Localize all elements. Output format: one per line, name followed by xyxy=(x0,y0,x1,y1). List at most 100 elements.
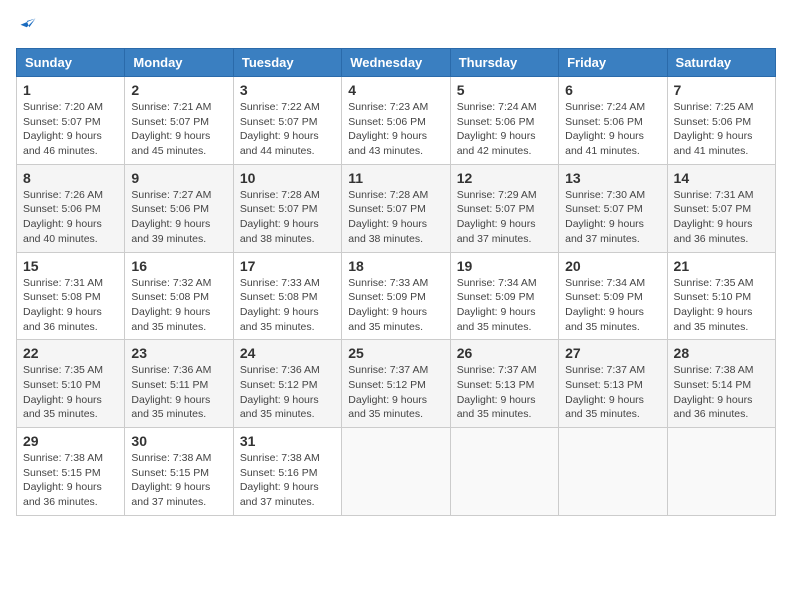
calendar-header-sunday: Sunday xyxy=(17,49,125,77)
calendar-cell: 5 Sunrise: 7:24 AMSunset: 5:06 PMDayligh… xyxy=(450,77,558,165)
calendar-week-5: 29 Sunrise: 7:38 AMSunset: 5:15 PMDaylig… xyxy=(17,428,776,516)
calendar-cell: 13 Sunrise: 7:30 AMSunset: 5:07 PMDaylig… xyxy=(559,164,667,252)
calendar-cell: 1 Sunrise: 7:20 AMSunset: 5:07 PMDayligh… xyxy=(17,77,125,165)
calendar-cell: 28 Sunrise: 7:38 AMSunset: 5:14 PMDaylig… xyxy=(667,340,775,428)
day-info: Sunrise: 7:33 AMSunset: 5:09 PMDaylight:… xyxy=(348,276,443,335)
day-number: 26 xyxy=(457,345,552,361)
day-info: Sunrise: 7:28 AMSunset: 5:07 PMDaylight:… xyxy=(240,188,335,247)
day-info: Sunrise: 7:20 AMSunset: 5:07 PMDaylight:… xyxy=(23,100,118,159)
day-info: Sunrise: 7:38 AMSunset: 5:15 PMDaylight:… xyxy=(23,451,118,510)
calendar-cell: 30 Sunrise: 7:38 AMSunset: 5:15 PMDaylig… xyxy=(125,428,233,516)
calendar-cell: 7 Sunrise: 7:25 AMSunset: 5:06 PMDayligh… xyxy=(667,77,775,165)
calendar-cell: 11 Sunrise: 7:28 AMSunset: 5:07 PMDaylig… xyxy=(342,164,450,252)
calendar-week-4: 22 Sunrise: 7:35 AMSunset: 5:10 PMDaylig… xyxy=(17,340,776,428)
calendar-header-friday: Friday xyxy=(559,49,667,77)
day-number: 22 xyxy=(23,345,118,361)
day-info: Sunrise: 7:30 AMSunset: 5:07 PMDaylight:… xyxy=(565,188,660,247)
calendar-cell: 15 Sunrise: 7:31 AMSunset: 5:08 PMDaylig… xyxy=(17,252,125,340)
day-info: Sunrise: 7:35 AMSunset: 5:10 PMDaylight:… xyxy=(674,276,769,335)
calendar-cell xyxy=(667,428,775,516)
page-header xyxy=(16,16,776,36)
day-info: Sunrise: 7:21 AMSunset: 5:07 PMDaylight:… xyxy=(131,100,226,159)
day-number: 11 xyxy=(348,170,443,186)
day-number: 17 xyxy=(240,258,335,274)
calendar-cell: 20 Sunrise: 7:34 AMSunset: 5:09 PMDaylig… xyxy=(559,252,667,340)
calendar-cell: 14 Sunrise: 7:31 AMSunset: 5:07 PMDaylig… xyxy=(667,164,775,252)
day-info: Sunrise: 7:33 AMSunset: 5:08 PMDaylight:… xyxy=(240,276,335,335)
calendar-cell: 21 Sunrise: 7:35 AMSunset: 5:10 PMDaylig… xyxy=(667,252,775,340)
calendar-cell: 26 Sunrise: 7:37 AMSunset: 5:13 PMDaylig… xyxy=(450,340,558,428)
day-info: Sunrise: 7:38 AMSunset: 5:16 PMDaylight:… xyxy=(240,451,335,510)
calendar-cell: 9 Sunrise: 7:27 AMSunset: 5:06 PMDayligh… xyxy=(125,164,233,252)
day-info: Sunrise: 7:23 AMSunset: 5:06 PMDaylight:… xyxy=(348,100,443,159)
day-number: 20 xyxy=(565,258,660,274)
day-number: 29 xyxy=(23,433,118,449)
calendar-cell: 10 Sunrise: 7:28 AMSunset: 5:07 PMDaylig… xyxy=(233,164,341,252)
day-number: 5 xyxy=(457,82,552,98)
day-number: 6 xyxy=(565,82,660,98)
day-number: 21 xyxy=(674,258,769,274)
day-number: 23 xyxy=(131,345,226,361)
day-info: Sunrise: 7:24 AMSunset: 5:06 PMDaylight:… xyxy=(565,100,660,159)
calendar-cell: 24 Sunrise: 7:36 AMSunset: 5:12 PMDaylig… xyxy=(233,340,341,428)
calendar-header-tuesday: Tuesday xyxy=(233,49,341,77)
day-info: Sunrise: 7:32 AMSunset: 5:08 PMDaylight:… xyxy=(131,276,226,335)
day-number: 19 xyxy=(457,258,552,274)
logo-bird-icon xyxy=(18,16,38,36)
day-number: 31 xyxy=(240,433,335,449)
day-number: 8 xyxy=(23,170,118,186)
day-number: 1 xyxy=(23,82,118,98)
calendar-header-monday: Monday xyxy=(125,49,233,77)
day-info: Sunrise: 7:28 AMSunset: 5:07 PMDaylight:… xyxy=(348,188,443,247)
calendar-cell: 8 Sunrise: 7:26 AMSunset: 5:06 PMDayligh… xyxy=(17,164,125,252)
day-info: Sunrise: 7:37 AMSunset: 5:13 PMDaylight:… xyxy=(457,363,552,422)
day-number: 24 xyxy=(240,345,335,361)
day-info: Sunrise: 7:36 AMSunset: 5:11 PMDaylight:… xyxy=(131,363,226,422)
day-number: 14 xyxy=(674,170,769,186)
calendar-cell: 27 Sunrise: 7:37 AMSunset: 5:13 PMDaylig… xyxy=(559,340,667,428)
calendar-cell: 6 Sunrise: 7:24 AMSunset: 5:06 PMDayligh… xyxy=(559,77,667,165)
day-number: 18 xyxy=(348,258,443,274)
calendar-table: SundayMondayTuesdayWednesdayThursdayFrid… xyxy=(16,48,776,516)
calendar-cell: 23 Sunrise: 7:36 AMSunset: 5:11 PMDaylig… xyxy=(125,340,233,428)
calendar-week-3: 15 Sunrise: 7:31 AMSunset: 5:08 PMDaylig… xyxy=(17,252,776,340)
day-number: 25 xyxy=(348,345,443,361)
calendar-cell xyxy=(342,428,450,516)
calendar-cell: 29 Sunrise: 7:38 AMSunset: 5:15 PMDaylig… xyxy=(17,428,125,516)
day-number: 27 xyxy=(565,345,660,361)
day-info: Sunrise: 7:26 AMSunset: 5:06 PMDaylight:… xyxy=(23,188,118,247)
day-info: Sunrise: 7:37 AMSunset: 5:12 PMDaylight:… xyxy=(348,363,443,422)
calendar-cell: 4 Sunrise: 7:23 AMSunset: 5:06 PMDayligh… xyxy=(342,77,450,165)
calendar-cell: 18 Sunrise: 7:33 AMSunset: 5:09 PMDaylig… xyxy=(342,252,450,340)
calendar-header-thursday: Thursday xyxy=(450,49,558,77)
day-info: Sunrise: 7:36 AMSunset: 5:12 PMDaylight:… xyxy=(240,363,335,422)
day-info: Sunrise: 7:37 AMSunset: 5:13 PMDaylight:… xyxy=(565,363,660,422)
calendar-cell: 12 Sunrise: 7:29 AMSunset: 5:07 PMDaylig… xyxy=(450,164,558,252)
day-info: Sunrise: 7:29 AMSunset: 5:07 PMDaylight:… xyxy=(457,188,552,247)
calendar-cell: 3 Sunrise: 7:22 AMSunset: 5:07 PMDayligh… xyxy=(233,77,341,165)
calendar-cell: 22 Sunrise: 7:35 AMSunset: 5:10 PMDaylig… xyxy=(17,340,125,428)
day-info: Sunrise: 7:34 AMSunset: 5:09 PMDaylight:… xyxy=(457,276,552,335)
calendar-cell: 16 Sunrise: 7:32 AMSunset: 5:08 PMDaylig… xyxy=(125,252,233,340)
calendar-cell: 2 Sunrise: 7:21 AMSunset: 5:07 PMDayligh… xyxy=(125,77,233,165)
calendar-cell: 25 Sunrise: 7:37 AMSunset: 5:12 PMDaylig… xyxy=(342,340,450,428)
day-info: Sunrise: 7:24 AMSunset: 5:06 PMDaylight:… xyxy=(457,100,552,159)
day-number: 4 xyxy=(348,82,443,98)
calendar-header-saturday: Saturday xyxy=(667,49,775,77)
day-number: 10 xyxy=(240,170,335,186)
calendar-cell: 31 Sunrise: 7:38 AMSunset: 5:16 PMDaylig… xyxy=(233,428,341,516)
day-number: 3 xyxy=(240,82,335,98)
calendar-cell: 17 Sunrise: 7:33 AMSunset: 5:08 PMDaylig… xyxy=(233,252,341,340)
day-number: 16 xyxy=(131,258,226,274)
day-number: 2 xyxy=(131,82,226,98)
day-info: Sunrise: 7:31 AMSunset: 5:07 PMDaylight:… xyxy=(674,188,769,247)
calendar-cell xyxy=(559,428,667,516)
day-info: Sunrise: 7:34 AMSunset: 5:09 PMDaylight:… xyxy=(565,276,660,335)
day-info: Sunrise: 7:31 AMSunset: 5:08 PMDaylight:… xyxy=(23,276,118,335)
day-number: 7 xyxy=(674,82,769,98)
day-number: 9 xyxy=(131,170,226,186)
day-info: Sunrise: 7:22 AMSunset: 5:07 PMDaylight:… xyxy=(240,100,335,159)
day-info: Sunrise: 7:25 AMSunset: 5:06 PMDaylight:… xyxy=(674,100,769,159)
day-info: Sunrise: 7:38 AMSunset: 5:14 PMDaylight:… xyxy=(674,363,769,422)
day-info: Sunrise: 7:35 AMSunset: 5:10 PMDaylight:… xyxy=(23,363,118,422)
